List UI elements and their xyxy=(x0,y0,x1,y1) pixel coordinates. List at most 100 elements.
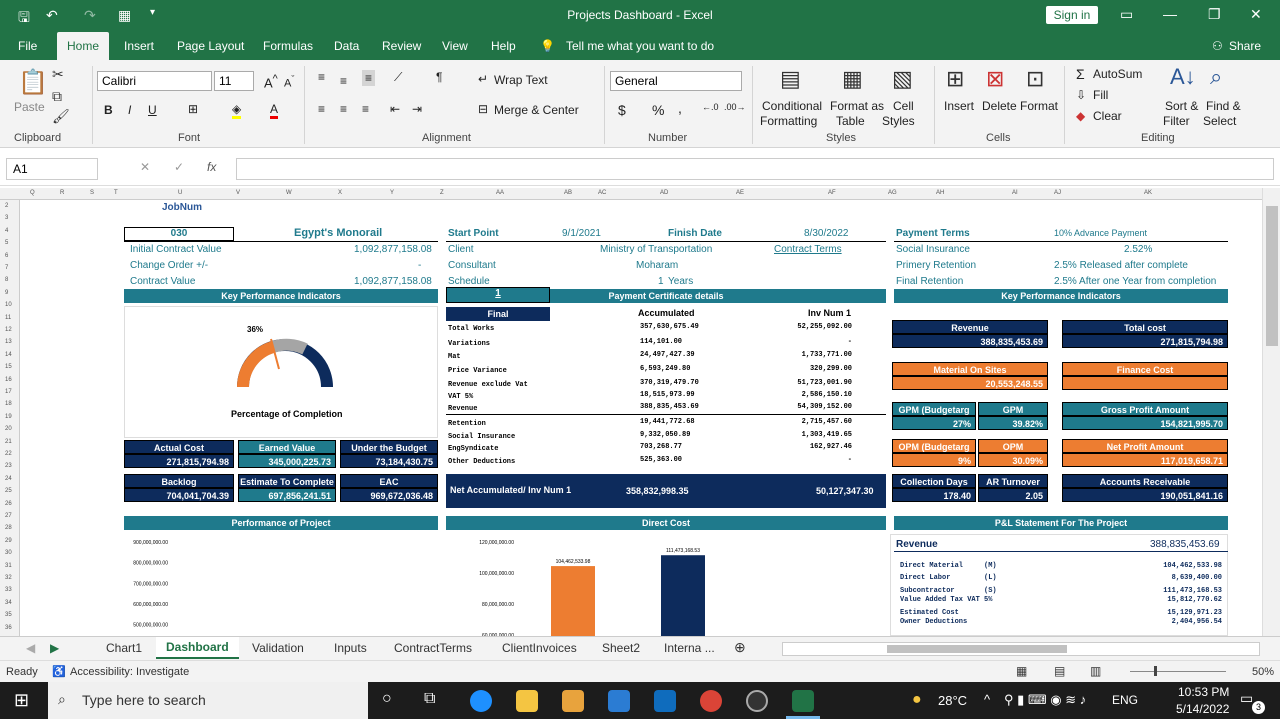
column-header[interactable]: AK xyxy=(1144,190,1152,196)
row-header[interactable]: 15 xyxy=(5,364,12,370)
page-layout-view-icon[interactable]: ▤ xyxy=(1054,664,1065,678)
sheet-tab[interactable]: ClientInvoices xyxy=(502,641,577,655)
contract-terms-link[interactable]: Contract Terms xyxy=(774,244,842,255)
store-icon[interactable] xyxy=(562,690,584,712)
outlook-icon[interactable] xyxy=(654,690,676,712)
row-header[interactable]: 5 xyxy=(5,240,8,246)
sheet-tab[interactable]: Chart1 xyxy=(106,641,142,655)
insert-cells-icon[interactable]: ⊞ xyxy=(946,66,964,92)
row-header[interactable]: 20 xyxy=(5,426,12,432)
shrink-font-icon[interactable]: Aˇ xyxy=(284,74,294,90)
cell-label[interactable]: Cell xyxy=(893,99,914,113)
row-header[interactable]: 7 xyxy=(5,265,8,271)
menu-home[interactable]: Home xyxy=(57,32,109,60)
row-header[interactable]: 29 xyxy=(5,538,12,544)
currency-button[interactable]: $ xyxy=(618,102,626,118)
row-header[interactable]: 13 xyxy=(5,339,12,345)
column-header[interactable]: V xyxy=(236,190,240,196)
menu-data[interactable]: Data xyxy=(334,39,359,53)
column-header[interactable]: AB xyxy=(564,190,572,196)
menu-review[interactable]: Review xyxy=(382,39,421,53)
row-header[interactable]: 35 xyxy=(5,612,12,618)
menu-page-layout[interactable]: Page Layout xyxy=(177,39,244,53)
jobnum-cell[interactable]: 030 xyxy=(124,227,234,241)
wrap-text-button[interactable]: Wrap Text xyxy=(494,73,548,87)
find-label[interactable]: Find & xyxy=(1206,99,1241,113)
decrease-indent-icon[interactable]: ⇤ xyxy=(390,102,400,116)
format-painter-icon[interactable]: 🖌 xyxy=(52,108,70,125)
merge-icon[interactable]: ⊟ xyxy=(478,102,488,116)
row-header[interactable]: 10 xyxy=(5,302,12,308)
mail-icon[interactable] xyxy=(608,690,630,712)
increase-indent-icon[interactable]: ⇥ xyxy=(412,102,422,116)
borders-icon[interactable]: ⊞ xyxy=(188,102,198,116)
column-header[interactable]: X xyxy=(338,190,342,196)
underline-icon[interactable]: U xyxy=(148,103,157,117)
clear-icon[interactable]: ◆ xyxy=(1076,109,1085,123)
align-middle-icon[interactable]: ≡ xyxy=(340,74,347,88)
row-header[interactable]: 32 xyxy=(5,575,12,581)
tray-chevron-icon[interactable]: ^ xyxy=(984,692,990,707)
task-view-icon[interactable]: ⧉ xyxy=(424,690,435,708)
font-name-select[interactable]: Calibri xyxy=(97,71,212,91)
vertical-scrollbar[interactable] xyxy=(1262,188,1280,636)
row-header[interactable]: 25 xyxy=(5,488,12,494)
row-header[interactable]: 24 xyxy=(5,476,12,482)
sheet-tab[interactable]: Inputs xyxy=(334,641,367,655)
app-icon[interactable] xyxy=(746,690,768,712)
column-header[interactable]: AA xyxy=(496,190,504,196)
tab-next-icon[interactable]: ▶ xyxy=(50,641,59,655)
sign-in-button[interactable]: Sign in xyxy=(1046,6,1098,24)
clock-time[interactable]: 10:53 PM xyxy=(1178,685,1229,699)
menu-view[interactable]: View xyxy=(442,39,468,53)
row-header[interactable]: 4 xyxy=(5,228,8,234)
clock-date[interactable]: 5/14/2022 xyxy=(1176,702,1229,716)
wrap-text-icon[interactable]: ↵ xyxy=(478,72,488,86)
share-button[interactable]: Share xyxy=(1229,39,1261,53)
format-cells-button[interactable]: Format xyxy=(1020,99,1058,113)
cell-styles-icon[interactable]: ▧ xyxy=(892,66,913,92)
column-header[interactable]: U xyxy=(178,190,182,196)
column-header[interactable]: Q xyxy=(30,190,35,196)
cert-index-cell[interactable]: 1 xyxy=(446,287,550,303)
comma-button[interactable]: , xyxy=(678,100,682,116)
sort-filter-icon[interactable]: A↓ xyxy=(1170,64,1196,90)
grow-font-icon[interactable]: A^ xyxy=(264,73,278,90)
fill-icon[interactable]: ⇩ xyxy=(1076,88,1086,102)
orientation-icon[interactable]: ⟋ xyxy=(394,70,402,85)
column-header[interactable]: T xyxy=(114,190,118,196)
close-icon[interactable]: ✕ xyxy=(1250,6,1262,23)
formula-input[interactable] xyxy=(236,158,1274,180)
find-select-icon[interactable]: ⌕ xyxy=(1210,64,1222,90)
edge-icon[interactable] xyxy=(470,690,492,712)
merge-center-button[interactable]: Merge & Center xyxy=(494,103,579,117)
row-header[interactable]: 21 xyxy=(5,439,12,445)
sheet-tab[interactable]: Sheet2 xyxy=(602,641,640,655)
delete-cells-button[interactable]: Delete xyxy=(982,99,1017,113)
row-header[interactable]: 8 xyxy=(5,277,8,283)
column-header[interactable]: R xyxy=(60,190,64,196)
align-center-icon[interactable]: ≡ xyxy=(340,102,347,116)
language[interactable]: ENG xyxy=(1112,693,1138,707)
weather-temp[interactable]: 28°C xyxy=(938,693,967,708)
italic-icon[interactable]: I xyxy=(128,103,131,117)
taskbar-search[interactable]: ⌕ Type here to search xyxy=(48,682,368,719)
file-explorer-icon[interactable] xyxy=(516,690,538,712)
row-header[interactable]: 19 xyxy=(5,414,12,420)
new-sheet-icon[interactable]: ⊕ xyxy=(734,639,746,656)
accessibility-status[interactable]: Accessibility: Investigate xyxy=(70,666,189,678)
clear-button[interactable]: Clear xyxy=(1093,109,1122,123)
cancel-icon[interactable]: ✕ xyxy=(140,160,150,174)
align-left-icon[interactable]: ≡ xyxy=(318,102,325,116)
tab-prev-icon[interactable]: ◀ xyxy=(26,641,35,655)
align-right-icon[interactable]: ≡ xyxy=(362,102,369,116)
font-size-select[interactable]: 11 xyxy=(214,71,254,91)
formatting-label[interactable]: Formatting xyxy=(760,114,817,128)
column-header[interactable]: AF xyxy=(828,190,836,196)
row-header[interactable]: 26 xyxy=(5,501,12,507)
column-header[interactable]: AH xyxy=(936,190,944,196)
conditional-formatting-icon[interactable]: ▤ xyxy=(780,66,801,92)
insert-function-icon[interactable]: fx xyxy=(207,160,216,174)
bold-icon[interactable]: B xyxy=(104,103,113,117)
align-top-icon[interactable]: ≡ xyxy=(318,70,325,84)
